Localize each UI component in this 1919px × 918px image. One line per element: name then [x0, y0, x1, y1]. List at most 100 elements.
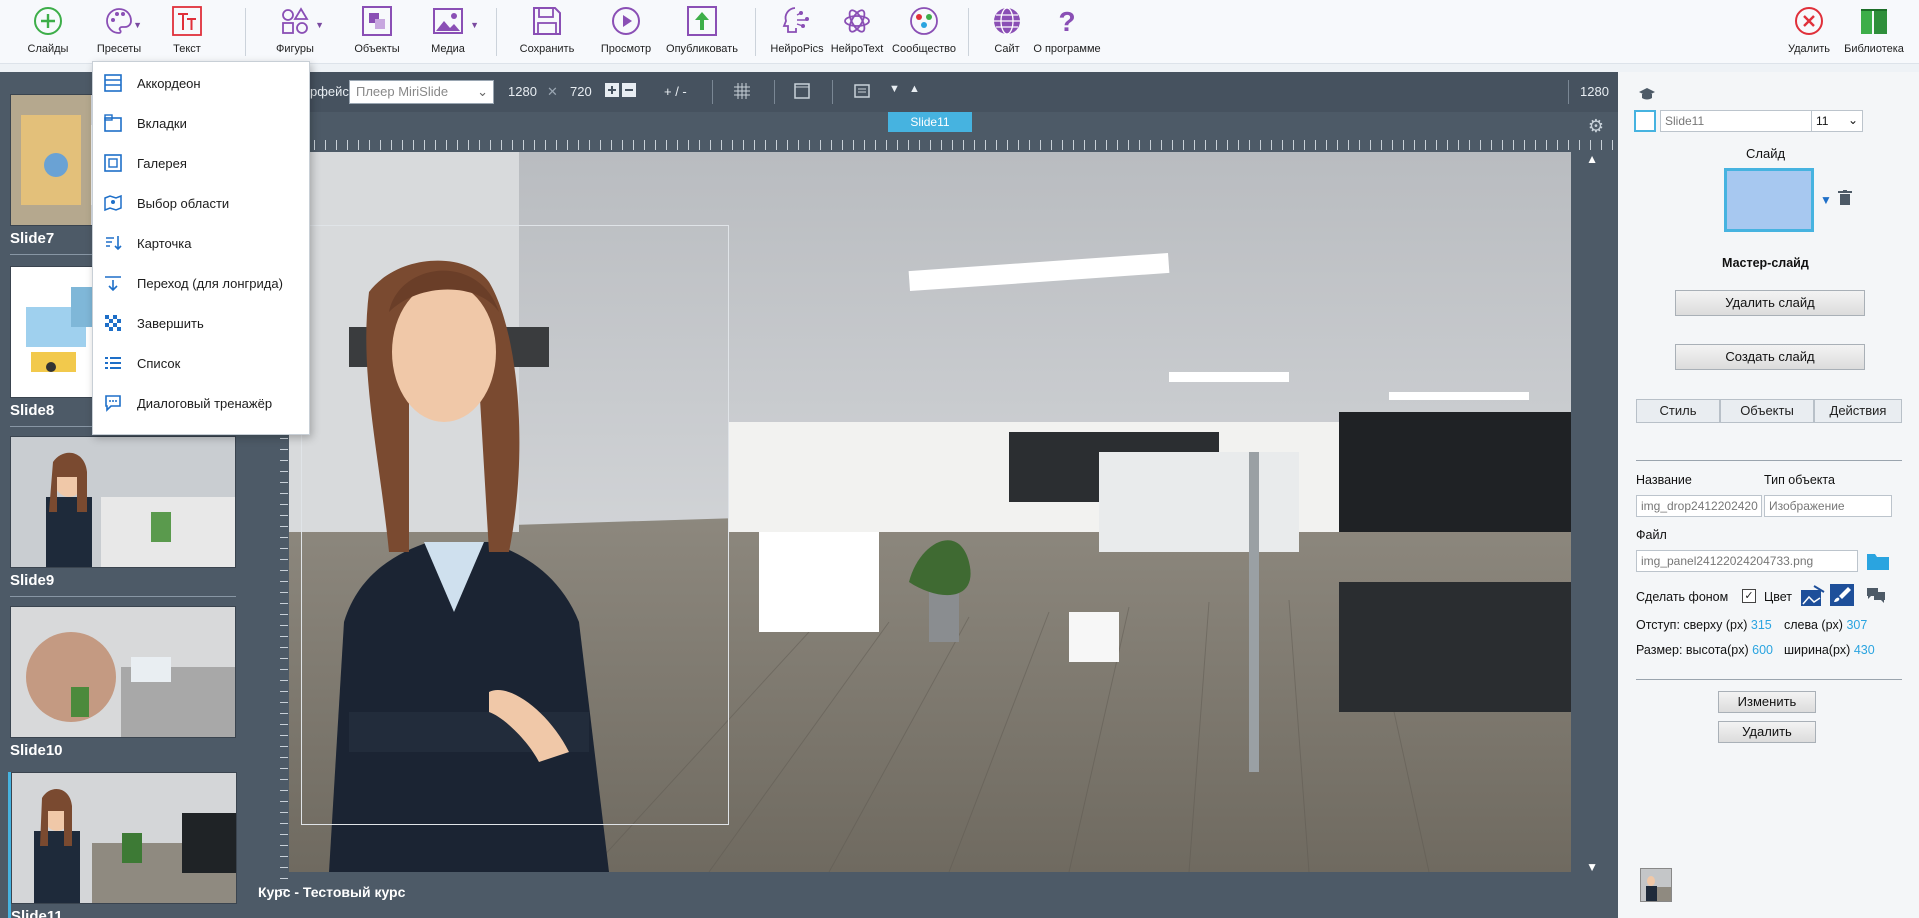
preset-label: Завершить: [137, 315, 204, 331]
about-button[interactable]: ? О программе: [1030, 4, 1104, 55]
preset-label: Карточка: [137, 235, 192, 251]
preset-list[interactable]: Список: [93, 343, 309, 383]
times-icon: ✕: [547, 84, 558, 99]
arrow-down-icon[interactable]: ▼: [889, 83, 900, 95]
folder-icon[interactable]: [1866, 551, 1890, 574]
slide-background-preview[interactable]: [1724, 168, 1814, 232]
size-width-group: ширина(px) 430: [1784, 643, 1875, 657]
course-title: Курс - Тестовый курс: [258, 884, 406, 900]
scroll-down-icon[interactable]: ▼: [1586, 860, 1598, 874]
zoom-buttons[interactable]: [604, 81, 638, 102]
slide-thumbnail[interactable]: Slide9: [10, 436, 236, 589]
community-icon: [907, 4, 941, 38]
ai-head-icon: [780, 4, 814, 38]
objects-button[interactable]: Объекты: [340, 4, 414, 55]
publish-label: Опубликовать: [666, 43, 738, 55]
file-input[interactable]: img_panel24122024204733.png: [1636, 550, 1858, 572]
name-label: Название: [1636, 473, 1692, 487]
layers-icon[interactable]: [854, 83, 870, 102]
area-select-icon: [103, 193, 123, 213]
preset-area-select[interactable]: Выбор области: [93, 183, 309, 223]
scroll-up-icon[interactable]: ▲: [1586, 152, 1598, 166]
presets-button[interactable]: ▼ Пресеты: [82, 4, 156, 55]
preset-finish[interactable]: Завершить: [93, 303, 309, 343]
make-background-checkbox[interactable]: ✓: [1742, 589, 1756, 603]
media-button[interactable]: ▼ Медиа: [411, 4, 485, 55]
divider: [1636, 460, 1902, 461]
divider: [712, 80, 713, 104]
shapes-label: Фигуры: [276, 43, 314, 55]
tab-style[interactable]: Стиль: [1636, 399, 1720, 423]
preset-tabs[interactable]: Вкладки: [93, 103, 309, 143]
dropdown-arrow-icon[interactable]: ▼: [1820, 193, 1832, 207]
create-slide-button[interactable]: Создать слайд: [1675, 344, 1865, 370]
preset-card[interactable]: Карточка: [93, 223, 309, 263]
brush-icon[interactable]: [1830, 584, 1854, 606]
preset-accordion[interactable]: Аккордеон: [93, 63, 309, 103]
selected-image-frame[interactable]: [301, 225, 729, 825]
shapes-button[interactable]: ▼ Фигуры: [258, 4, 332, 55]
play-icon: [609, 4, 643, 38]
change-button[interactable]: Изменить: [1718, 691, 1816, 713]
preset-label: Выбор области: [137, 195, 230, 211]
text-label: Текст: [173, 43, 201, 55]
comments-icon[interactable]: [1866, 586, 1886, 607]
size-width-label: ширина(px): [1784, 643, 1851, 657]
slides-button[interactable]: Слайды: [11, 4, 85, 55]
canvas-toolbar: рфейс Плеер MiriSlide ⌄ 1280 ✕ 720 + / -…: [254, 72, 1618, 112]
slide-thumbnail-active[interactable]: Slide11: [8, 772, 237, 918]
preset-dialog-trainer[interactable]: Диалоговый тренажёр: [93, 383, 309, 423]
library-button[interactable]: Библиотека: [1832, 4, 1916, 55]
save-label: Сохранить: [519, 43, 575, 55]
community-button[interactable]: Сообщество: [887, 4, 961, 55]
slide-label: Slide9: [10, 572, 55, 589]
type-label: Тип объекта: [1764, 473, 1835, 487]
arrow-up-icon[interactable]: ▲: [909, 83, 920, 95]
gallery-icon: [103, 153, 123, 173]
objects-label: Объекты: [354, 43, 400, 55]
text-icon: [170, 4, 204, 38]
image-edit-icon[interactable]: [1800, 584, 1826, 611]
preset-label: Аккордеон: [137, 75, 201, 91]
player-select[interactable]: Плеер MiriSlide ⌄: [349, 80, 494, 104]
chevron-down-icon: ⌄: [1847, 113, 1858, 127]
trash-icon[interactable]: [1838, 190, 1852, 209]
plus-minus-icon: [605, 83, 636, 97]
slide-name-input[interactable]: Slide11: [1660, 110, 1812, 132]
object-thumbnail[interactable]: [1640, 868, 1672, 902]
offset-top-value[interactable]: 315: [1751, 618, 1772, 632]
size-height-value[interactable]: 600: [1752, 643, 1773, 657]
object-type-input[interactable]: Изображение: [1764, 495, 1892, 517]
delete-slide-button[interactable]: Удалить слайд: [1675, 290, 1865, 316]
presets-label: Пресеты: [96, 43, 142, 55]
publish-button[interactable]: Опубликовать: [665, 4, 739, 55]
slide-number-select[interactable]: 11 ⌄: [1811, 110, 1863, 132]
preset-label: Список: [137, 355, 181, 371]
neurotext-button[interactable]: НейроText: [820, 4, 894, 55]
preview-button[interactable]: Просмотр: [589, 4, 663, 55]
graduation-cap-icon[interactable]: [1638, 86, 1656, 105]
object-name-input[interactable]: img_drop2412202420: [1636, 495, 1762, 517]
preset-transition[interactable]: Переход (для лонгрида): [93, 263, 309, 303]
text-button[interactable]: Текст: [150, 4, 224, 55]
grid-icon[interactable]: [734, 83, 750, 102]
slide-color-swatch[interactable]: [1634, 110, 1656, 132]
frame-icon[interactable]: [794, 83, 810, 102]
zoom-label[interactable]: + / -: [664, 84, 687, 99]
preset-gallery[interactable]: Галерея: [93, 143, 309, 183]
offset-left-value[interactable]: 307: [1846, 618, 1867, 632]
gear-icon[interactable]: ⚙: [1588, 116, 1604, 137]
tab-actions[interactable]: Действия: [1814, 399, 1902, 423]
slide-thumbnail[interactable]: Slide10: [10, 606, 236, 759]
accordion-icon: [103, 73, 123, 93]
slide-stage[interactable]: [289, 152, 1571, 872]
slide-preview-image: [10, 436, 236, 568]
toolbar-divider: [245, 8, 246, 56]
tab-objects[interactable]: Объекты: [1720, 399, 1814, 423]
offset-left-label: слева (px): [1784, 618, 1843, 632]
size-width-value[interactable]: 430: [1854, 643, 1875, 657]
toolbar-divider: [968, 8, 969, 56]
slide-heading: Слайд: [1746, 146, 1786, 161]
remove-button[interactable]: Удалить: [1718, 721, 1816, 743]
save-button[interactable]: Сохранить: [510, 4, 584, 55]
